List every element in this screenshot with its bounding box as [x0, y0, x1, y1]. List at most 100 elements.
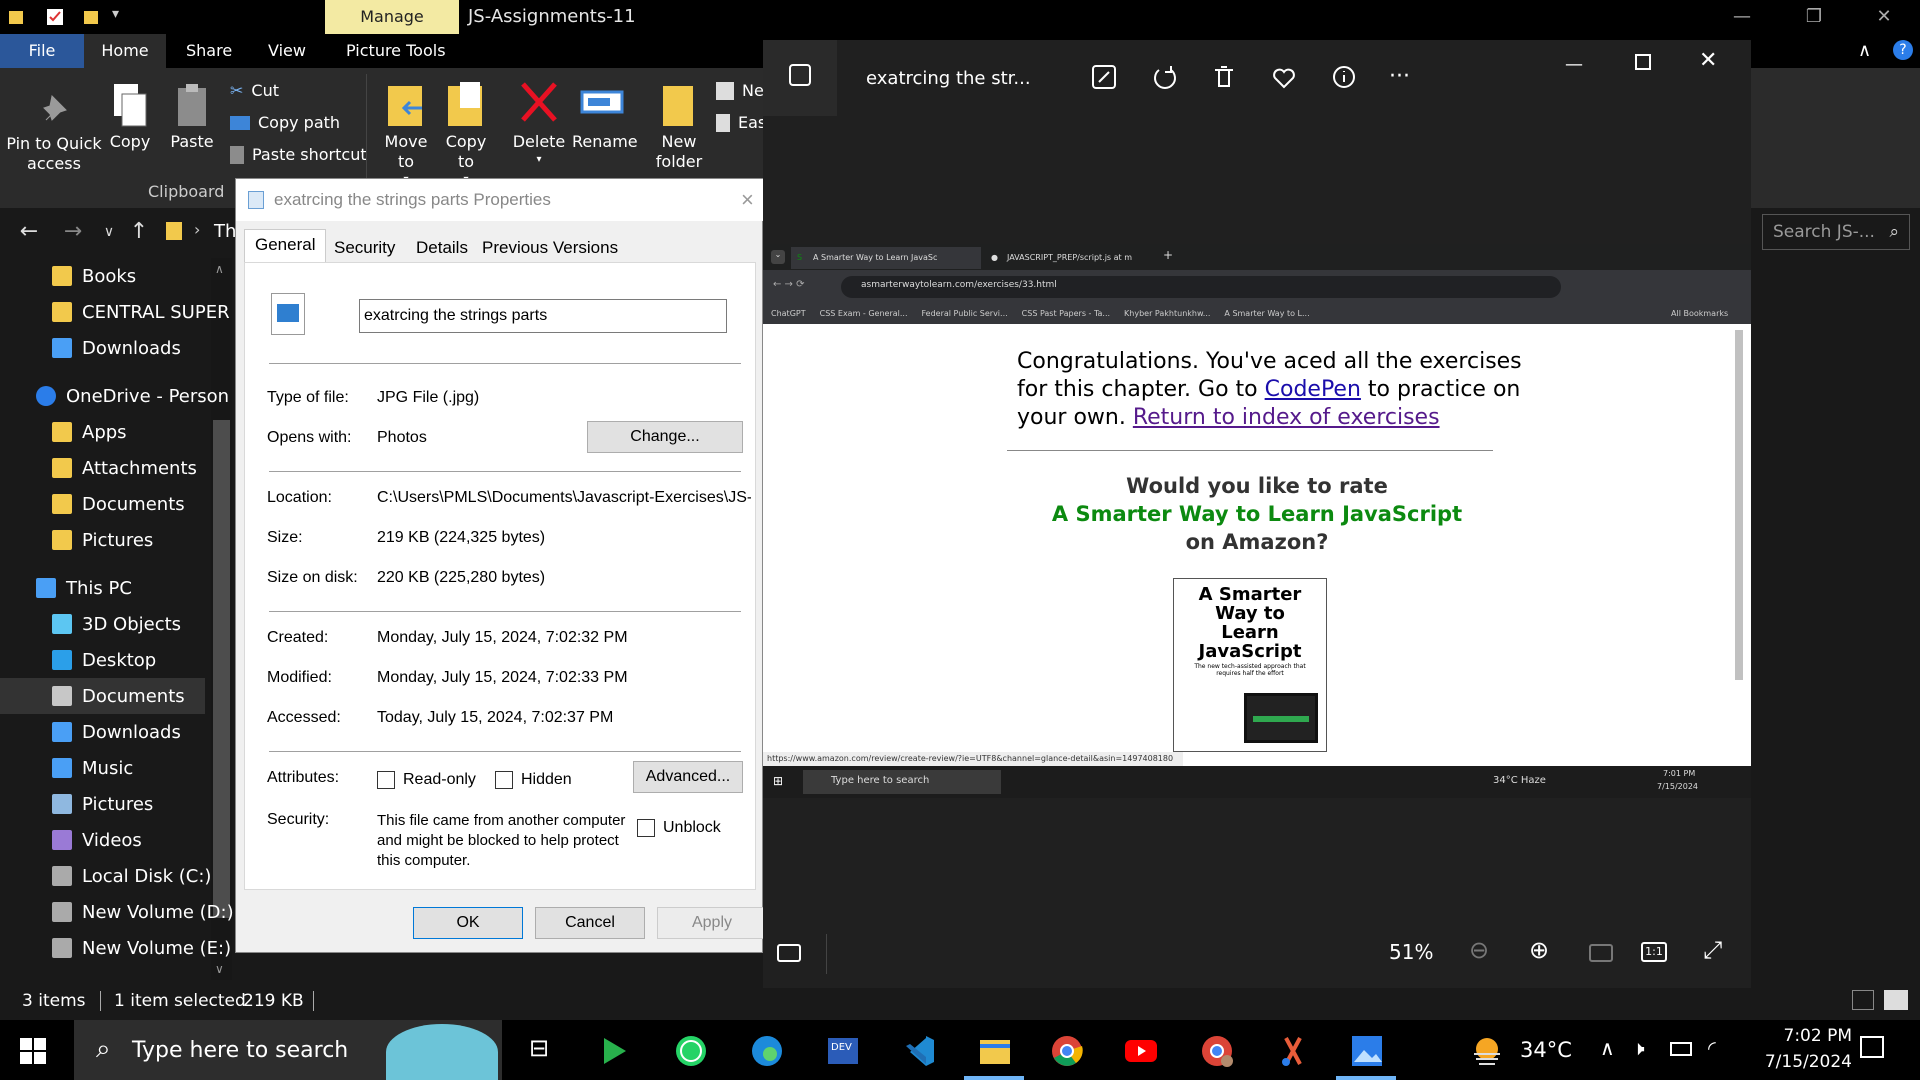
chrome-profile-icon[interactable]: [1200, 1034, 1234, 1068]
task-view-icon[interactable]: ⊟: [522, 1034, 556, 1068]
edge-icon[interactable]: [750, 1034, 784, 1068]
zoom-in-icon[interactable]: ⊕: [1529, 936, 1549, 964]
menu-file[interactable]: File: [0, 34, 84, 68]
tab-previous-versions[interactable]: Previous Versions: [472, 233, 628, 263]
readonly-checkbox[interactable]: [377, 771, 395, 789]
paste-shortcut-button[interactable]: Paste shortcut: [230, 140, 367, 170]
vscode-icon[interactable]: [902, 1034, 936, 1068]
menu-picture-tools[interactable]: Picture Tools: [332, 34, 460, 68]
info-icon[interactable]: [1329, 62, 1363, 96]
clock-date[interactable]: 7/15/2024: [1742, 1052, 1852, 1072]
help-icon[interactable]: ?: [1893, 40, 1913, 60]
menu-share[interactable]: Share: [172, 34, 246, 68]
scrollbar-thumb[interactable]: [213, 420, 230, 918]
copy-button[interactable]: Copy: [108, 82, 152, 152]
sidebar-item[interactable]: Documents: [0, 486, 205, 522]
battery-icon[interactable]: [1670, 1042, 1692, 1056]
move-to-button[interactable]: Move to ▾: [380, 78, 432, 190]
easy-access-button[interactable]: Eas: [716, 108, 766, 138]
devhome-icon[interactable]: DEV: [826, 1034, 860, 1068]
snipping-tool-icon[interactable]: [1276, 1034, 1310, 1068]
navigation-scrollbar[interactable]: ∧ ∨: [211, 258, 232, 980]
hidden-checkbox[interactable]: [495, 771, 513, 789]
new-folder-icon[interactable]: [82, 8, 100, 26]
sidebar-item[interactable]: This PC: [0, 570, 205, 606]
up-arrow-icon[interactable]: ↑: [122, 212, 156, 252]
customize-quick-access-icon[interactable]: ▾: [112, 6, 119, 22]
youtube-icon[interactable]: [1124, 1034, 1158, 1068]
close-icon[interactable]: ✕: [1848, 0, 1920, 34]
ok-button[interactable]: OK: [413, 907, 523, 939]
sidebar-item[interactable]: Books: [0, 258, 205, 294]
whatsapp-icon[interactable]: [674, 1034, 708, 1068]
delete-icon[interactable]: [1209, 62, 1243, 96]
pin-quick-access-button[interactable]: Pin to Quick access: [4, 90, 104, 174]
details-view-icon[interactable]: [1852, 990, 1874, 1010]
scroll-down-icon[interactable]: ∨: [215, 962, 224, 976]
volume-icon[interactable]: 🕨: [1632, 1036, 1645, 1060]
edit-image-icon[interactable]: [1089, 62, 1123, 96]
chrome-icon[interactable]: [1050, 1034, 1084, 1068]
sidebar-item[interactable]: New Volume (E:): [0, 930, 231, 966]
wifi-icon[interactable]: ◜: [1708, 1036, 1716, 1060]
photos-close-icon[interactable]: ✕: [1699, 48, 1717, 73]
file-explorer-icon[interactable]: [978, 1034, 1012, 1068]
folder-icon[interactable]: [8, 8, 26, 26]
fit-to-window-icon[interactable]: [1589, 944, 1613, 962]
dialog-close-icon[interactable]: ×: [741, 187, 754, 213]
clock-time[interactable]: 7:02 PM: [1752, 1026, 1853, 1046]
menu-home[interactable]: Home: [84, 34, 166, 68]
favorite-heart-icon[interactable]: [1269, 62, 1303, 96]
notifications-icon[interactable]: [1860, 1036, 1884, 1058]
restore-icon[interactable]: ❐: [1778, 0, 1850, 34]
new-item-button[interactable]: Ne: [716, 76, 764, 106]
sidebar-item[interactable]: CENTRAL SUPER: [0, 294, 230, 330]
weather-haze-icon[interactable]: [1470, 1034, 1504, 1068]
full-screen-icon[interactable]: ⤢: [1703, 936, 1722, 964]
change-button[interactable]: Change...: [587, 421, 743, 453]
sidebar-item[interactable]: 3D Objects: [0, 606, 205, 642]
more-options-icon[interactable]: ···: [1389, 62, 1423, 96]
sidebar-item[interactable]: Local Disk (C:): [0, 858, 211, 894]
address-path[interactable]: Th: [214, 221, 236, 242]
actual-size-icon[interactable]: 1:1: [1641, 942, 1667, 962]
minimize-icon[interactable]: —: [1706, 0, 1778, 34]
cancel-button[interactable]: Cancel: [535, 907, 645, 939]
search-input[interactable]: Search JS-... ⌕: [1762, 214, 1910, 250]
new-folder-button[interactable]: New folder: [652, 78, 706, 172]
sidebar-item[interactable]: Apps: [0, 414, 205, 450]
sidebar-item[interactable]: Pictures: [0, 786, 205, 822]
cut-button[interactable]: ✂ Cut: [230, 76, 279, 106]
sidebar-item[interactable]: Downloads: [0, 330, 205, 366]
copy-to-button[interactable]: Copy to ▾: [440, 78, 492, 190]
windows-start-icon[interactable]: [20, 1038, 46, 1064]
photos-maximize-icon[interactable]: [1635, 54, 1651, 70]
tab-general[interactable]: General: [244, 229, 327, 263]
photos-app-icon[interactable]: [1350, 1034, 1384, 1068]
copy-path-button[interactable]: Copy path: [230, 108, 340, 138]
sidebar-item[interactable]: OneDrive - Person: [0, 378, 229, 414]
tab-details[interactable]: Details: [406, 233, 478, 263]
apply-button[interactable]: Apply: [657, 907, 767, 939]
back-arrow-icon[interactable]: ←: [12, 212, 46, 252]
manage-tab[interactable]: Manage: [325, 0, 459, 34]
zoom-out-icon[interactable]: ⊖: [1469, 936, 1489, 964]
photos-minimize-icon[interactable]: —: [1565, 54, 1583, 75]
sidebar-item[interactable]: Attachments: [0, 450, 205, 486]
taskbar-search-box[interactable]: ⌕ Type here to search: [74, 1020, 502, 1080]
advanced-button[interactable]: Advanced...: [633, 761, 743, 793]
recent-locations-chevron-icon[interactable]: ∨: [92, 212, 126, 252]
large-icons-view-icon[interactable]: [1884, 990, 1908, 1010]
app-green-icon[interactable]: [598, 1034, 632, 1068]
tab-security[interactable]: Security: [324, 233, 405, 263]
temperature[interactable]: 34°C: [1520, 1038, 1572, 1062]
scroll-up-icon[interactable]: ∧: [215, 262, 224, 276]
sidebar-item[interactable]: Pictures: [0, 522, 205, 558]
sidebar-item[interactable]: Music: [0, 750, 205, 786]
properties-check-icon[interactable]: [46, 8, 64, 26]
see-all-photos-button[interactable]: [763, 40, 837, 116]
sidebar-item[interactable]: Downloads: [0, 714, 205, 750]
filename-input[interactable]: exatrcing the strings parts: [359, 299, 727, 333]
sidebar-item[interactable]: Videos: [0, 822, 205, 858]
sidebar-item[interactable]: New Volume (D:): [0, 894, 234, 930]
